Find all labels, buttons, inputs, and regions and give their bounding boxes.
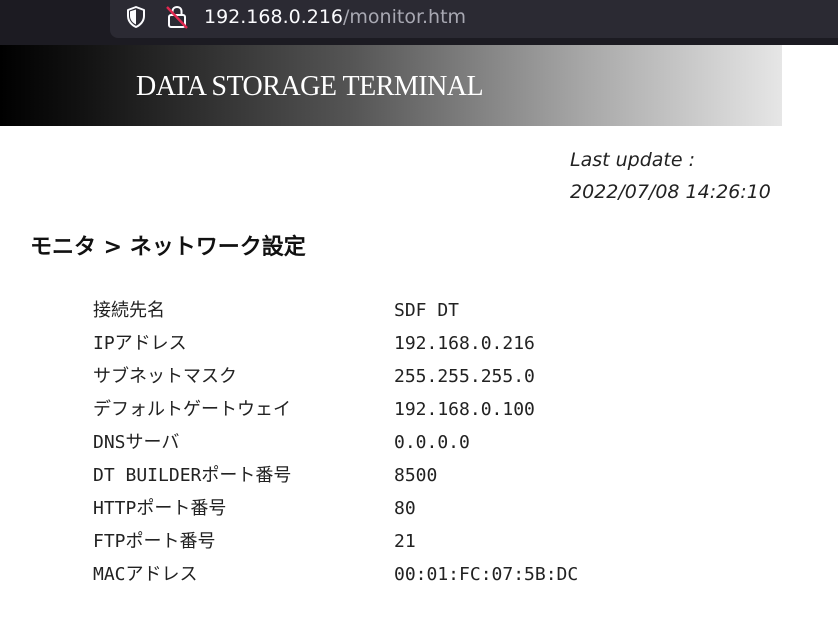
settings-row-subnet-mask: サブネットマスク 255.255.255.0 (93, 360, 693, 393)
last-update-value: 2022/07/08 14:26:10 (570, 181, 771, 203)
setting-value: SDF DT (394, 300, 460, 321)
url-host: 192.168.0.216 (204, 6, 344, 28)
setting-label: FTPポート番号 (93, 531, 216, 552)
setting-label: HTTPポート番号 (93, 498, 227, 519)
setting-value: 0.0.0.0 (394, 432, 470, 453)
header-banner: DATA STORAGE TERMINAL (0, 45, 782, 126)
settings-row-mac-address: MACアドレス 00:01:FC:07:5B:DC (93, 558, 693, 591)
last-update: Last update : 2022/07/08 14:26:10 (570, 144, 771, 208)
settings-row-default-gateway: デフォルトゲートウェイ 192.168.0.100 (93, 393, 693, 426)
setting-value: 192.168.0.216 (394, 333, 535, 354)
setting-label: デフォルトゲートウェイ (93, 399, 291, 420)
settings-row-dt-builder-port: DT BUILDERポート番号 8500 (93, 459, 693, 492)
setting-label: DNSサーバ (93, 432, 180, 453)
browser-toolbar: 192.168.0.216/monitor.htm (0, 0, 838, 45)
setting-label: サブネットマスク (93, 366, 237, 387)
setting-label: DT BUILDERポート番号 (93, 465, 292, 486)
setting-value: 00:01:FC:07:5B:DC (394, 564, 579, 585)
settings-row-dns-server: DNSサーバ 0.0.0.0 (93, 426, 693, 459)
breadcrumb: モニタ > ネットワーク設定 (30, 235, 306, 260)
last-update-label: Last update : (570, 149, 696, 171)
setting-value: 80 (394, 498, 416, 519)
url-text[interactable]: 192.168.0.216/monitor.htm (204, 6, 466, 28)
settings-row-ftp-port: FTPポート番号 21 (93, 525, 693, 558)
settings-row-http-port: HTTPポート番号 80 (93, 492, 693, 525)
setting-value: 255.255.255.0 (394, 366, 535, 387)
setting-label: IPアドレス (93, 333, 187, 354)
shield-icon[interactable] (124, 5, 148, 29)
url-path: /monitor.htm (343, 6, 467, 28)
lock-icon[interactable] (165, 4, 189, 30)
setting-value: 21 (394, 531, 416, 552)
settings-row-ip-address: IPアドレス 192.168.0.216 (93, 327, 693, 360)
setting-label: MACアドレス (93, 564, 198, 585)
page-header-title: DATA STORAGE TERMINAL (136, 71, 484, 102)
setting-value: 8500 (394, 465, 438, 486)
network-settings-table: 接続先名 SDF DT IPアドレス 192.168.0.216 サブネットマス… (93, 294, 693, 591)
setting-value: 192.168.0.100 (394, 399, 535, 420)
settings-row-connection-name: 接続先名 SDF DT (93, 294, 693, 327)
setting-label: 接続先名 (93, 300, 165, 321)
